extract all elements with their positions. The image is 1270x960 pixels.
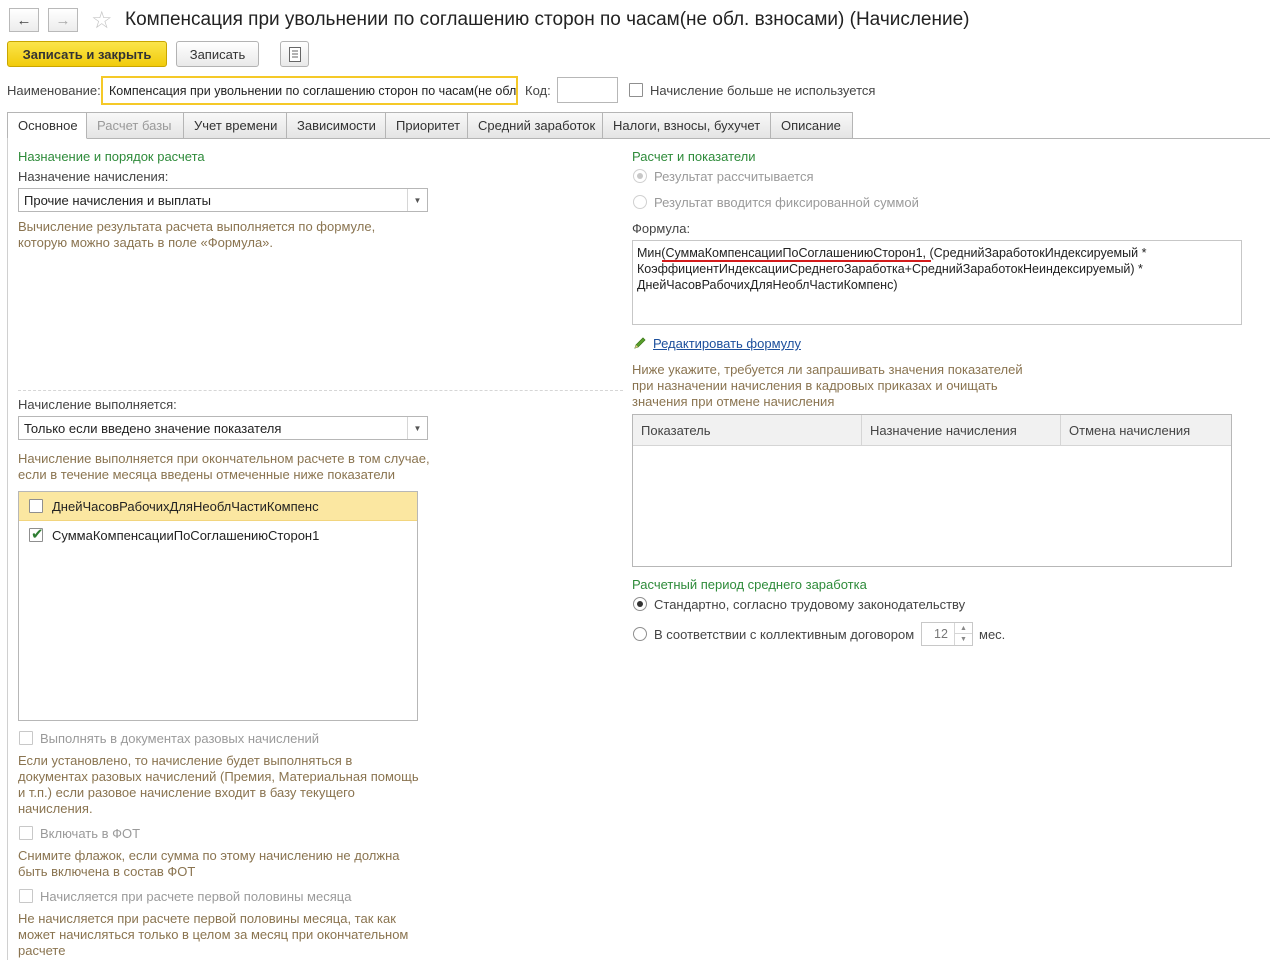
section-average-period-title: Расчетный период среднего заработка [632, 577, 867, 592]
pencil-icon[interactable] [633, 336, 647, 353]
list-item[interactable]: ДнейЧасовРабочихДляНеоблЧастиКомпенс [19, 492, 417, 521]
arrow-right-icon: → [55, 11, 71, 29]
report-button[interactable] [280, 41, 309, 67]
tab-average-earnings[interactable]: Средний заработок [468, 112, 603, 139]
dropdown-arrow-icon[interactable]: ▼ [407, 417, 427, 439]
tab-time-accounting[interactable]: Учет времени [184, 112, 287, 139]
fot-hint: Снимите флажок, если сумма по этому начи… [18, 848, 400, 879]
indicators-table[interactable]: Показатель Назначение начисления Отмена … [632, 414, 1232, 567]
tab-description[interactable]: Описание [771, 112, 853, 139]
tab-taxes-accounting[interactable]: Налоги, взносы, бухучет [603, 112, 771, 139]
avg-collective-radio[interactable] [633, 627, 647, 641]
avg-collective-label: В соответствии с коллективным договором [654, 627, 915, 642]
table-header: Показатель Назначение начисления Отмена … [633, 415, 1231, 446]
indicator-checkbox[interactable]: ✔ [29, 526, 44, 543]
first-half-hint: Не начисляется при расчете первой полови… [18, 911, 409, 958]
tab-bar: Основное Расчет базы Учет времени Зависи… [7, 112, 853, 139]
formula-line3: ДнейЧасовРабочихДляНеоблЧастиКомпенс) [637, 278, 898, 292]
execution-hint: Начисление выполняется при окончательном… [18, 451, 430, 482]
indicator-name: СуммаКомпенсацииПоСоглашениюСторон1 [52, 528, 320, 543]
one-time-hint: Если установлено, то начисление будет вы… [18, 753, 419, 816]
tab-divider [87, 138, 1270, 139]
tab-main[interactable]: Основное [7, 112, 87, 139]
first-half-label: Начисляется при расчете первой половины … [40, 889, 352, 904]
spin-down-icon[interactable]: ▼ [954, 634, 972, 645]
execution-label: Начисление выполняется: [18, 397, 177, 412]
name-label: Наименование: [7, 83, 101, 98]
dropdown-arrow-icon[interactable]: ▼ [407, 189, 427, 211]
purpose-label: Назначение начисления: [18, 169, 169, 184]
formula-label: Формула: [632, 221, 691, 236]
formula-line2: КоэффициентИндексацииСреднегоЗаработка+С… [637, 262, 1143, 276]
tab-priority[interactable]: Приоритет [386, 112, 468, 139]
section-calculation-title: Расчет и показатели [632, 149, 756, 164]
fot-label: Включать в ФОТ [40, 826, 141, 841]
forward-button[interactable]: → [48, 8, 78, 32]
execution-select-value: Только если введено значение показателя [24, 421, 282, 436]
months-stepper[interactable]: 12 ▲ ▼ [921, 622, 973, 646]
months-value: 12 [934, 627, 948, 641]
indicator-checkbox[interactable] [29, 499, 43, 513]
name-input-value: Компенсация при увольнении по соглашению… [109, 84, 518, 98]
fot-checkbox[interactable] [19, 826, 33, 840]
formula-field[interactable]: Мин(СуммаКомпенсацииПоСоглашениюСторон1,… [632, 240, 1242, 325]
one-time-label: Выполнять в документах разовых начислени… [40, 731, 320, 746]
column-header[interactable]: Отмена начисления [1061, 415, 1231, 446]
arrow-left-icon: ← [16, 11, 32, 29]
not-used-checkbox[interactable] [629, 83, 643, 97]
avg-standard-radio[interactable] [633, 597, 647, 611]
formula-prefix: Мин( [637, 246, 666, 260]
divider [18, 390, 623, 391]
back-button[interactable]: ← [9, 8, 39, 32]
formula-red-underline [662, 260, 931, 262]
indicators-hint: Ниже укажите, требуется ли запрашивать з… [632, 362, 1023, 409]
result-fixed-radio[interactable] [633, 195, 647, 209]
purpose-hint: Вычисление результата расчета выполняетс… [18, 219, 376, 250]
indicator-name: ДнейЧасовРабочихДляНеоблЧастиКомпенс [52, 498, 319, 514]
save-button[interactable]: Записать [176, 41, 259, 67]
months-unit-label: мес. [979, 627, 1006, 642]
purpose-select[interactable]: Прочие начисления и выплаты ▼ [18, 188, 428, 212]
result-calculated-label: Результат рассчитывается [654, 169, 814, 184]
section-purpose-title: Назначение и порядок расчета [18, 149, 205, 164]
tab-dependencies[interactable]: Зависимости [287, 112, 386, 139]
favorite-star-icon[interactable]: ☆ [91, 6, 113, 35]
edit-formula-link[interactable]: Редактировать формулу [653, 336, 801, 351]
column-header[interactable]: Назначение начисления [862, 415, 1061, 446]
formula-line1-rest: , (СреднийЗаработокИндексируемый * [922, 246, 1147, 260]
window-title: Компенсация при увольнении по соглашению… [125, 9, 970, 30]
first-half-checkbox[interactable] [19, 889, 33, 903]
execution-select[interactable]: Только если введено значение показателя … [18, 416, 428, 440]
result-calculated-radio[interactable] [633, 169, 647, 183]
purpose-select-value: Прочие начисления и выплаты [24, 193, 211, 208]
indicators-list[interactable]: ДнейЧасовРабочихДляНеоблЧастиКомпенс ✔ С… [18, 491, 418, 721]
avg-standard-label: Стандартно, согласно трудовому законодат… [654, 597, 966, 612]
code-label: Код: [525, 83, 551, 98]
column-header[interactable]: Показатель [633, 415, 862, 446]
panel-left-border [7, 138, 8, 960]
code-input[interactable] [557, 77, 618, 103]
result-fixed-label: Результат вводится фиксированной суммой [654, 195, 919, 210]
document-list-icon [288, 46, 301, 62]
checkmark-icon: ✔ [31, 526, 44, 543]
tab-base-calculation[interactable]: Расчет базы [87, 112, 184, 139]
spin-up-icon[interactable]: ▲ [954, 623, 972, 634]
save-and-close-button[interactable]: Записать и закрыть [7, 41, 167, 67]
formula-highlight: СуммаКомпенсацииПоСоглашениюСторон1 [665, 246, 923, 260]
name-input[interactable]: Компенсация при увольнении по соглашению… [101, 76, 518, 105]
list-item[interactable]: ✔ СуммаКомпенсацииПоСоглашениюСторон1 [19, 521, 417, 550]
not-used-label: Начисление больше не используется [650, 83, 876, 98]
one-time-checkbox[interactable] [19, 731, 33, 745]
